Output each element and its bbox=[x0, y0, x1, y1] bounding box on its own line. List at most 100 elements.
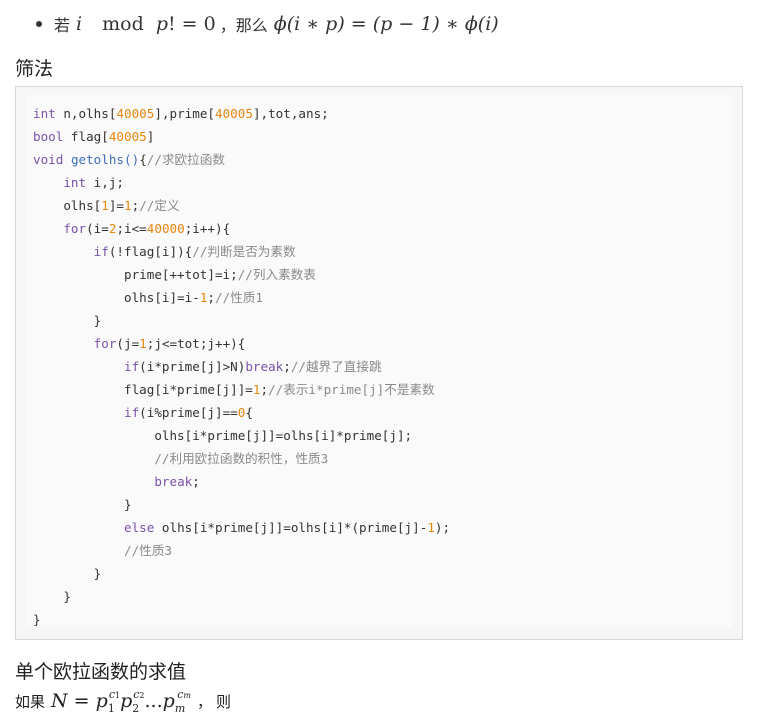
code-token: //表示i*prime[j]不是素数 bbox=[268, 382, 435, 397]
code-token: (i= bbox=[86, 221, 109, 236]
code-token: i,j; bbox=[86, 175, 125, 190]
code-token: break bbox=[154, 474, 193, 489]
heading-single-euler: 单个欧拉函数的求值 bbox=[15, 661, 187, 683]
code-token: } bbox=[33, 589, 71, 604]
code-token: } bbox=[33, 313, 102, 328]
code-token: olhs[i*prime[j]]=olhs[i]*(prime[j]- bbox=[154, 520, 428, 535]
code-token: { bbox=[139, 152, 147, 167]
code-token: void bbox=[33, 152, 64, 167]
code-token: //定义 bbox=[139, 198, 180, 213]
code-line: } bbox=[33, 313, 102, 328]
code-token: ] bbox=[146, 129, 155, 144]
bottom-then: 则 bbox=[216, 693, 232, 711]
code-token: } bbox=[33, 566, 102, 581]
code-token: if bbox=[93, 244, 109, 259]
code-line: if(i%prime[j]==0{ bbox=[33, 405, 253, 420]
code-token: else bbox=[124, 520, 155, 535]
p2-exp: c2 bbox=[133, 688, 144, 701]
var-i: i bbox=[76, 13, 83, 35]
code-line: } bbox=[33, 566, 102, 581]
code-token: (!flag[i]){ bbox=[108, 244, 193, 259]
code-token: ],tot,ans; bbox=[252, 106, 329, 121]
factorization-line: 如果 N = p1c1p2c2...pmcm ， 则 bbox=[15, 688, 231, 715]
p1: p bbox=[95, 690, 108, 712]
code-area: int n,olhs[40005],prime[40005],tot,ans; … bbox=[26, 95, 732, 627]
code-token: 1 bbox=[139, 336, 147, 351]
code-token: (j= bbox=[116, 336, 140, 351]
code-token: 40005 bbox=[215, 106, 253, 121]
code-line: flag[i*prime[j]]=1;//表示i*prime[j]不是素数 bbox=[33, 382, 435, 397]
code-line: olhs[i*prime[j]]=olhs[i]*prime[j]; bbox=[33, 428, 412, 443]
code-line: bool flag[40005] bbox=[33, 129, 154, 144]
code-token: 40005 bbox=[108, 129, 147, 144]
code-line: } bbox=[33, 497, 132, 512]
code-line: } bbox=[33, 589, 71, 604]
code-token: flag[i*prime[j]]= bbox=[33, 382, 253, 397]
code-token: if bbox=[124, 405, 140, 420]
code-token: n,olhs[ bbox=[55, 106, 117, 121]
code-token: for bbox=[93, 336, 117, 351]
code-line: //利用欧拉函数的积性，性质3 bbox=[33, 451, 328, 466]
p1-exp: c1 bbox=[109, 688, 120, 701]
code-line: for(j=1;j<=tot;j++){ bbox=[33, 336, 246, 351]
condition-math: i mod p! = 0 bbox=[76, 13, 216, 35]
equals-sign: = bbox=[67, 690, 96, 712]
pm-sub: m bbox=[175, 702, 185, 715]
code-token: ; bbox=[260, 382, 269, 397]
code-text: int n,olhs[40005],prime[40005],tot,ans; … bbox=[26, 95, 732, 631]
code-token: //列入素数表 bbox=[237, 267, 316, 282]
code-token: bool bbox=[33, 129, 64, 144]
code-token: prime[++tot]=i; bbox=[33, 267, 238, 282]
code-token: ; bbox=[207, 290, 215, 305]
code-line: if(!flag[i]){//判断是否为素数 bbox=[33, 244, 296, 259]
pm-exp: cm bbox=[177, 688, 191, 701]
code-token: olhs[ bbox=[33, 198, 102, 213]
code-token: int bbox=[63, 175, 87, 190]
p2-sub: 2 bbox=[132, 702, 140, 715]
m-index: m bbox=[174, 702, 186, 715]
factorization-math: N = p1c1p2c2...pmcm bbox=[51, 688, 191, 715]
ellipsis: ... bbox=[144, 690, 163, 712]
code-token: flag[ bbox=[63, 129, 109, 144]
code-token: } bbox=[33, 612, 41, 627]
code-token: { bbox=[245, 405, 253, 420]
code-line: int n,olhs[40005],prime[40005],tot,ans; bbox=[33, 106, 329, 121]
code-line: } bbox=[33, 612, 41, 627]
code-line: //性质3 bbox=[33, 543, 172, 558]
bullet-then: 那么 bbox=[235, 16, 268, 35]
code-token: ;j<=tot;j++){ bbox=[146, 336, 246, 351]
pm: p bbox=[162, 690, 175, 712]
code-line: for(i=2;i<=40000;i++){ bbox=[33, 221, 230, 236]
code-token: getolhs bbox=[70, 152, 125, 167]
var-N: N bbox=[51, 690, 68, 712]
code-line: break; bbox=[33, 474, 200, 489]
code-token: break bbox=[245, 359, 284, 374]
code-token: //性质1 bbox=[215, 290, 263, 305]
var-p: p bbox=[155, 13, 168, 35]
p2: p bbox=[120, 690, 133, 712]
code-token: olhs[i*prime[j]]=olhs[i]*prime[j]; bbox=[33, 428, 413, 443]
code-line: olhs[1]=1;//定义 bbox=[33, 198, 180, 213]
bullet-dot bbox=[36, 21, 42, 27]
bullet-comma: ， bbox=[219, 16, 236, 35]
code-token: //求欧拉函数 bbox=[146, 152, 225, 167]
not-equal-zero: ! = 0 bbox=[167, 13, 216, 35]
mod-operator: mod bbox=[102, 13, 144, 35]
code-token: ;i++){ bbox=[184, 221, 231, 236]
code-line: olhs[i]=i-1;//性质1 bbox=[33, 290, 263, 305]
code-token: //利用欧拉函数的积性，性质3 bbox=[154, 451, 329, 466]
code-token: 40000 bbox=[146, 221, 185, 236]
code-token: //判断是否为素数 bbox=[192, 244, 296, 259]
code-token: ); bbox=[434, 520, 451, 535]
code-line: int i,j; bbox=[33, 175, 124, 190]
code-token: int bbox=[33, 106, 56, 121]
code-line: prime[++tot]=i;//列入素数表 bbox=[33, 267, 316, 282]
code-token: ; bbox=[283, 359, 291, 374]
